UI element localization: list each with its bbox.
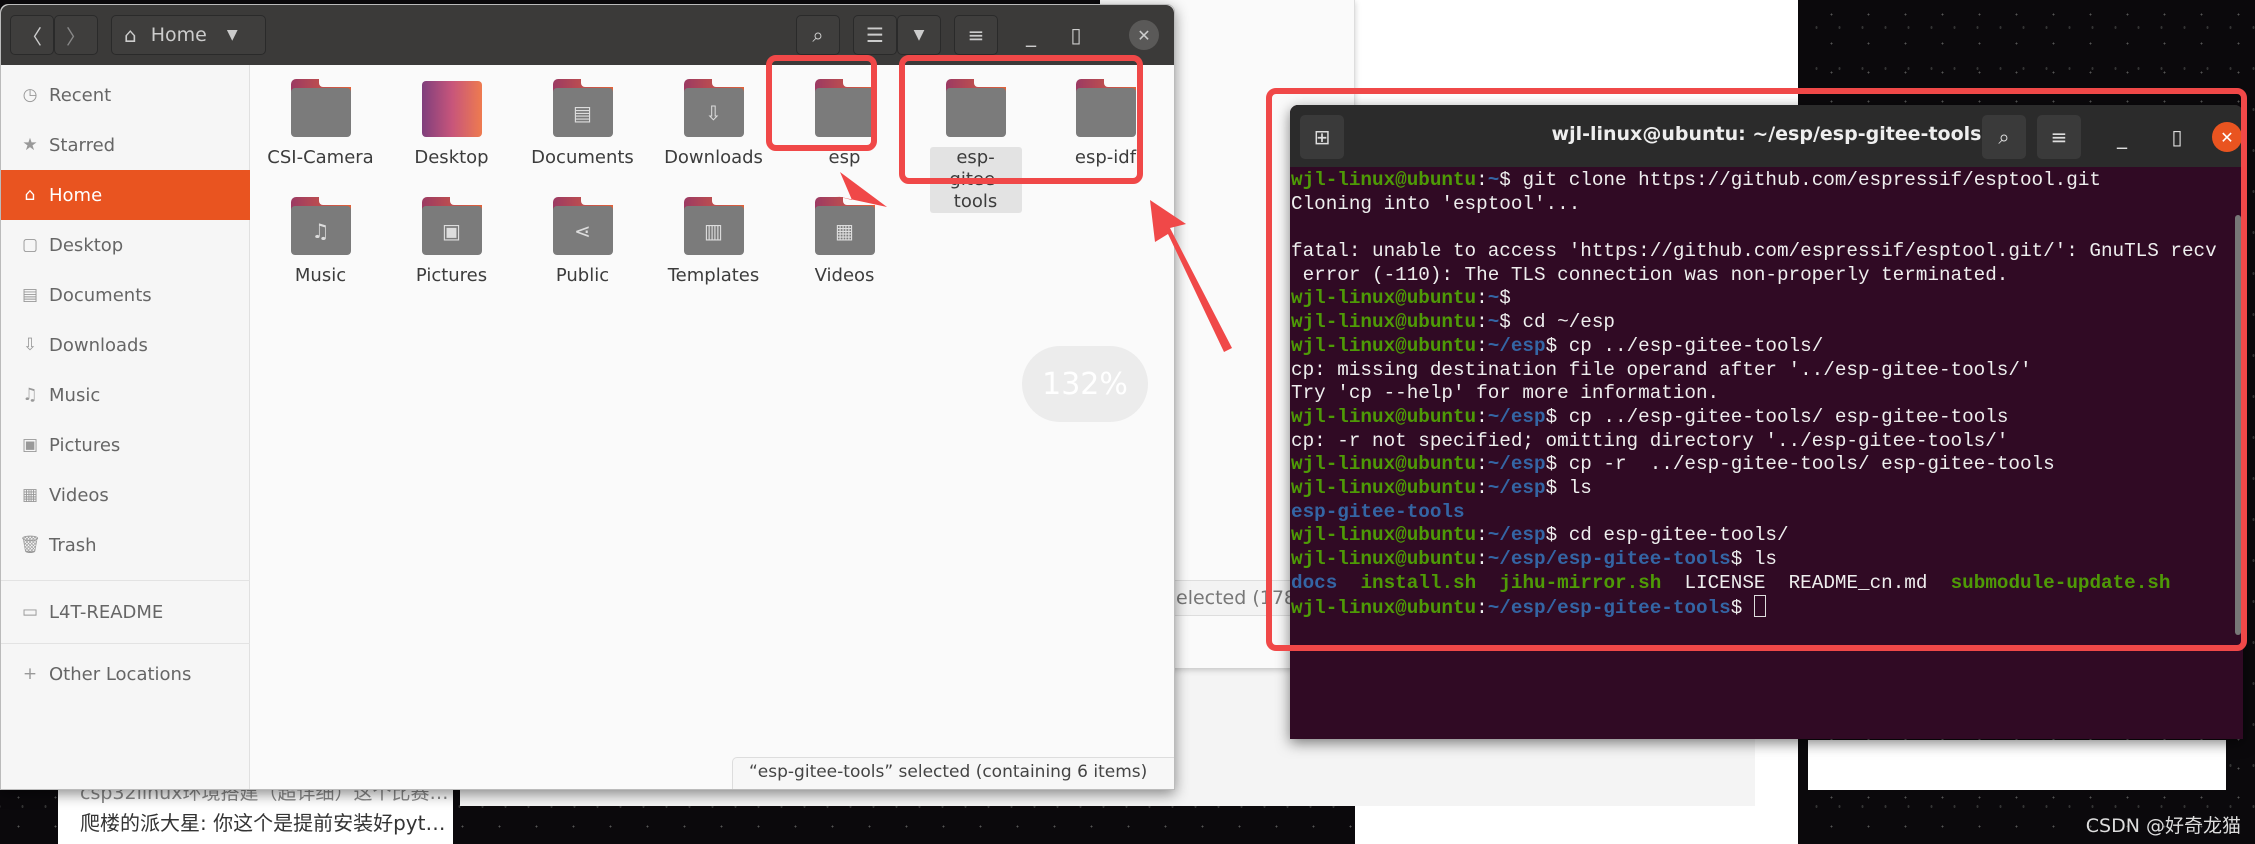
arrow-icon [836,172,1232,352]
annotation-arrows [836,172,1232,352]
